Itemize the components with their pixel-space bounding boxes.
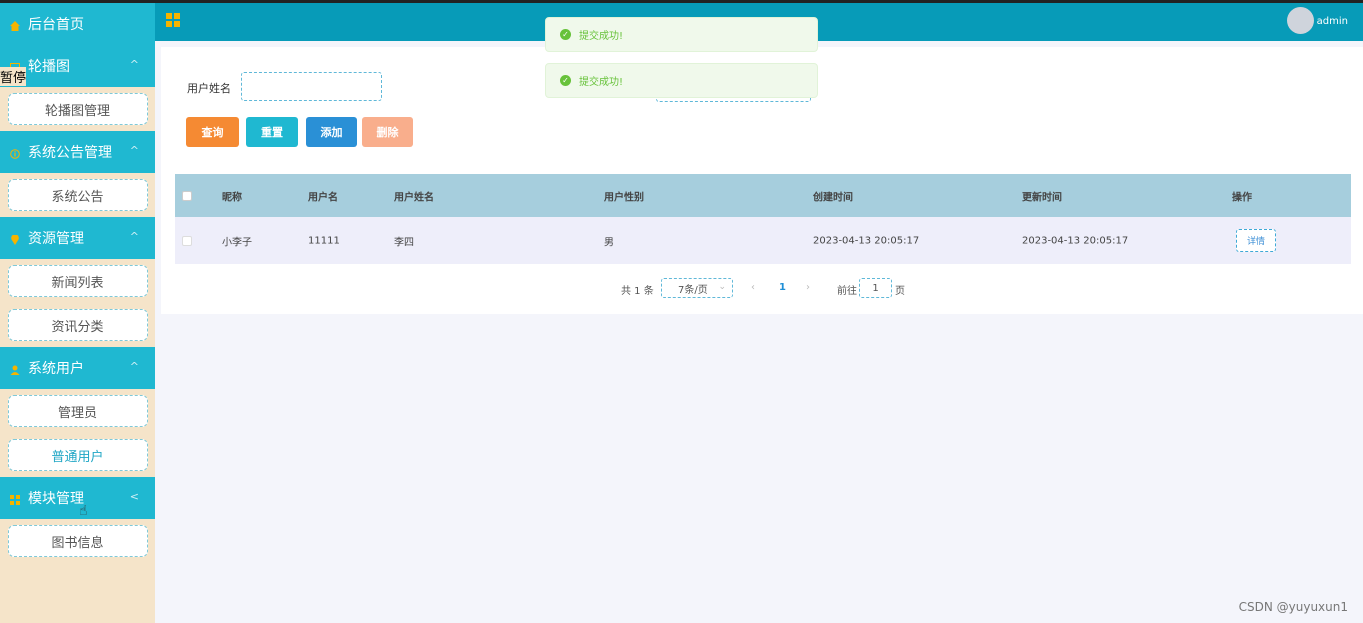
sidebar-group-announcement[interactable]: 系统公告管理 ^ xyxy=(0,131,155,173)
hand-cursor-icon: ☝ xyxy=(79,503,88,519)
column-header: 用户性别 xyxy=(604,192,644,203)
cell-updated: 2023-04-13 20:05:17 xyxy=(1022,235,1129,246)
sidebar-group-label: 系统公告管理 xyxy=(28,145,112,161)
home-icon xyxy=(10,19,20,31)
user-icon xyxy=(10,363,20,375)
goto-label: 前往 xyxy=(837,286,857,297)
sidebar-group-resources[interactable]: 资源管理 ^ xyxy=(0,217,155,259)
check-circle-icon: ✓ xyxy=(560,75,571,86)
goto-page-input[interactable]: 1 xyxy=(859,278,892,298)
select-all-checkbox[interactable] xyxy=(182,190,192,201)
next-page-button[interactable]: › xyxy=(806,282,810,293)
column-header-sortable[interactable]: 更新时间 xyxy=(1022,188,1062,203)
sidebar-item-admins[interactable]: 管理员 xyxy=(7,395,148,427)
menu-grid-icon[interactable] xyxy=(166,13,181,28)
page-number[interactable]: 1 xyxy=(779,282,786,293)
info-icon xyxy=(10,147,20,159)
page-unit-label: 页 xyxy=(895,286,905,297)
toast-message: 提交成功! xyxy=(579,31,624,42)
query-button[interactable]: 查询 xyxy=(186,117,239,147)
avatar[interactable] xyxy=(1287,7,1314,34)
success-toast: ✓ 提交成功! xyxy=(545,17,818,52)
cell-nickname: 小李子 xyxy=(222,237,252,248)
sidebar: 后台首页 轮播图 ^ 轮播图管理 系统公告管理 ^ 系统公告 资源管理 ^ 新闻… xyxy=(0,3,155,623)
sidebar-group-modules[interactable]: 模块管理 < xyxy=(0,477,155,519)
page-size-value: 7条/页 xyxy=(678,284,708,296)
cell-gender: 男 xyxy=(604,237,614,248)
cell-username: 11111 xyxy=(308,235,340,246)
grid-icon xyxy=(10,493,20,505)
check-circle-icon: ✓ xyxy=(560,29,571,40)
chevron-left-icon[interactable]: < xyxy=(130,490,139,503)
sidebar-item-announcement[interactable]: 系统公告 xyxy=(7,179,148,211)
column-header: 昵称 xyxy=(222,192,242,203)
sidebar-group-label: 资源管理 xyxy=(28,231,84,247)
cell-created: 2023-04-13 20:05:17 xyxy=(813,235,920,246)
column-header: 用户名 xyxy=(308,192,338,203)
cell-realname: 李四 xyxy=(394,237,414,248)
sidebar-item-news-list[interactable]: 新闻列表 xyxy=(7,265,148,297)
success-toast: ✓ 提交成功! xyxy=(545,63,818,98)
sidebar-home-label: 后台首页 xyxy=(28,17,84,33)
pagination: 共 1 条 7条/页 ⌄ ‹ 1 › 前往 1 页 xyxy=(161,277,1363,299)
sidebar-group-label: 模块管理 xyxy=(28,491,84,507)
reset-button[interactable]: 重置 xyxy=(246,117,298,147)
toast-message: 提交成功! xyxy=(579,77,624,88)
column-header-sortable[interactable]: 创建时间 xyxy=(813,188,853,203)
sidebar-item-carousel-manage[interactable]: 轮播图管理 xyxy=(7,93,148,125)
sidebar-item-news-category[interactable]: 资讯分类 xyxy=(7,309,148,341)
delete-button[interactable]: 删除 xyxy=(362,117,413,147)
stray-overlay-text: 暂停 xyxy=(0,67,27,86)
column-header: 操作 xyxy=(1232,192,1252,203)
sidebar-group-label: 轮播图 xyxy=(28,59,70,75)
users-table: 昵称 用户名 用户姓名 用户性别 创建时间 更新时间 操作 小李子 11111 … xyxy=(175,174,1351,264)
sidebar-home[interactable]: 后台首页 xyxy=(0,3,155,45)
search-label: 用户姓名 xyxy=(187,82,231,95)
table-row: 小李子 11111 李四 男 2023-04-13 20:05:17 2023-… xyxy=(175,217,1351,264)
search-input[interactable] xyxy=(241,72,382,101)
total-count: 共 1 条 xyxy=(621,286,654,297)
username-label[interactable]: admin xyxy=(1317,16,1348,27)
watermark: CSDN @yuyuxun1 xyxy=(1238,600,1348,614)
row-checkbox[interactable] xyxy=(182,235,192,246)
column-header: 用户姓名 xyxy=(394,192,434,203)
page-size-select[interactable]: 7条/页 ⌄ xyxy=(661,278,733,298)
chevron-up-icon[interactable]: ^ xyxy=(130,360,139,373)
add-button[interactable]: 添加 xyxy=(306,117,357,147)
sidebar-item-users[interactable]: 普通用户 xyxy=(7,439,148,471)
sidebar-item-books[interactable]: 图书信息 xyxy=(7,525,148,557)
detail-button[interactable]: 详情 xyxy=(1236,229,1276,252)
table-header: 昵称 用户名 用户姓名 用户性别 创建时间 更新时间 操作 xyxy=(175,174,1351,217)
chevron-up-icon[interactable]: ^ xyxy=(130,144,139,157)
sidebar-group-label: 系统用户 xyxy=(28,361,84,377)
chevron-up-icon[interactable]: ^ xyxy=(130,230,139,243)
prev-page-button[interactable]: ‹ xyxy=(751,282,755,293)
chevron-up-icon[interactable]: ^ xyxy=(130,58,139,71)
chevron-down-icon: ⌄ xyxy=(718,282,726,292)
location-icon xyxy=(10,233,20,245)
sidebar-group-system-users[interactable]: 系统用户 ^ xyxy=(0,347,155,389)
